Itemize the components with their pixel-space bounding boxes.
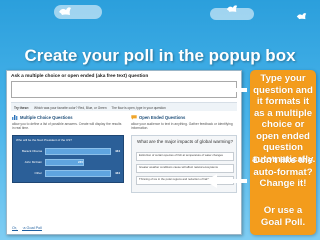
bird-icon	[296, 13, 307, 20]
oe-response: Extinction of certain species of fish at…	[136, 152, 234, 161]
mc-preview-row: John McCain 245	[16, 159, 122, 167]
open-ended-title: Open Ended Questions	[131, 115, 237, 120]
oe-response: Greater weather conditions cause will af…	[136, 164, 234, 173]
mc-row-value: 434	[114, 171, 120, 175]
poll-popup: Ask a multiple choice or open ended (aka…	[6, 70, 242, 235]
callout-text-change: Don't like the auto-format? Change it!	[253, 155, 313, 189]
tip-example-1: Which was your favorite color? Red, Blue…	[33, 106, 107, 110]
mc-row-bar	[45, 148, 111, 155]
multiple-choice-title-text: Multiple Choice Questions	[20, 115, 73, 120]
mc-row-label: John McCain	[24, 160, 42, 164]
slide-title: Create your poll in the popup box	[24, 46, 296, 65]
mc-preview-row: Other 434	[16, 170, 122, 178]
open-ended-section: Open Ended Questions allow your audience…	[131, 115, 237, 130]
bird-icon	[59, 7, 71, 15]
tip-label: Try these:	[14, 106, 30, 110]
mc-row-bar	[45, 170, 111, 177]
mc-preview-row: Barack Obama 434	[16, 148, 122, 156]
mc-preview-title: Who will be the Next President of the US…	[16, 138, 72, 142]
instruction-callout: Type your question and it formats it as …	[250, 70, 316, 235]
multiple-choice-section: Multiple Choice Questions allow you to d…	[12, 115, 124, 130]
tip-example-2: The flow is open, type in your question	[111, 106, 166, 110]
speech-bubble-icon	[131, 115, 137, 120]
bar-chart-icon	[12, 115, 18, 120]
oe-response: Thinning of ice in the polar regions and…	[136, 176, 234, 185]
multiple-choice-description: allow you to define a list of possible a…	[12, 122, 122, 131]
tip-bar: Try these: Which was your favorite color…	[11, 102, 237, 111]
mc-row-label: Other	[34, 171, 42, 175]
mc-row-label: Barack Obama	[21, 149, 42, 153]
open-ended-description: allow your audience to text in anything.…	[131, 122, 233, 131]
question-input[interactable]	[11, 81, 237, 98]
mc-row-value: 434	[114, 149, 120, 153]
bird-icon	[226, 5, 238, 12]
mc-row-value: 245	[78, 160, 84, 164]
callout-text-goal: Or use a Goal Poll.	[260, 205, 306, 228]
oe-preview-title: What are the major impacts of global war…	[137, 139, 233, 144]
goal-poll-link[interactable]: Or, try a Goal Poll	[12, 226, 42, 230]
multiple-choice-title: Multiple Choice Questions	[12, 115, 124, 120]
popup-heading: Ask a multiple choice or open ended (aka…	[11, 74, 149, 79]
open-ended-title-text: Open Ended Questions	[139, 115, 186, 120]
open-ended-preview: What are the major impacts of global war…	[131, 135, 237, 193]
callout-text-format: Type your question and it formats it as …	[252, 73, 316, 165]
multiple-choice-preview: Who will be the Next President of the US…	[12, 135, 124, 183]
